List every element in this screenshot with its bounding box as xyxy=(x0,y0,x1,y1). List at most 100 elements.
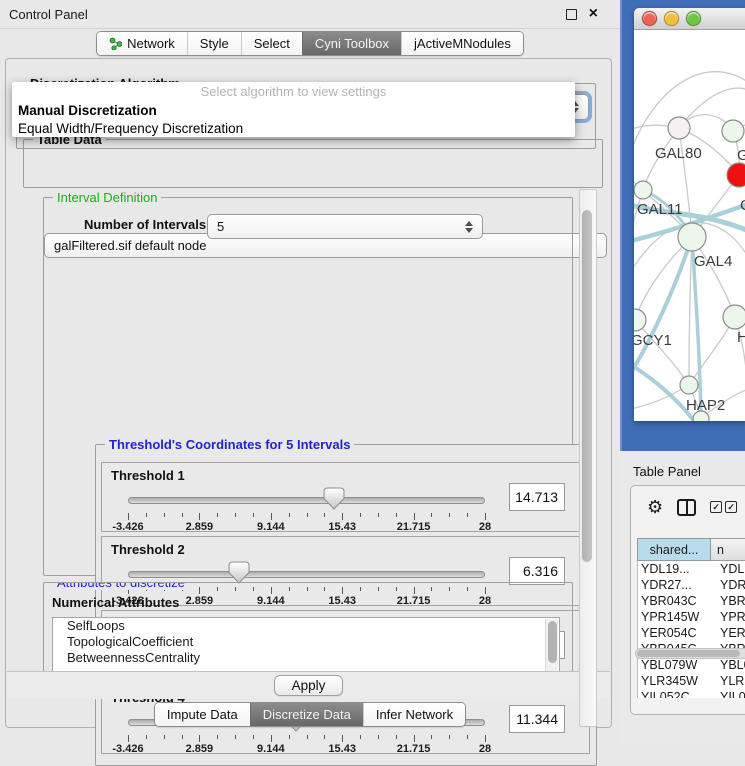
list-item[interactable]: SelfLoops xyxy=(53,618,559,634)
mac-close-button[interactable] xyxy=(642,11,657,26)
tick-mark xyxy=(289,513,290,517)
table-row[interactable]: YER054CYER0 xyxy=(638,625,745,641)
node-top-right[interactable] xyxy=(722,120,744,142)
node-gal80[interactable] xyxy=(668,117,690,139)
network-window: GAL80GACGAL11GAL4GCY1HHAP2 xyxy=(634,8,745,421)
mac-minimize-button[interactable] xyxy=(664,11,679,26)
tab-discretize-data[interactable]: Discretize Data xyxy=(250,703,363,726)
cell-shared-name: YDL19... xyxy=(638,562,712,576)
control-panel-header: Control Panel × xyxy=(0,0,620,29)
tab-infer-network[interactable]: Infer Network xyxy=(363,703,465,726)
table-row[interactable]: YBR043CYBR0 xyxy=(638,593,745,609)
mac-zoom-button[interactable] xyxy=(686,11,701,26)
attributes-scrollbar[interactable] xyxy=(545,619,558,673)
number-of-intervals-combobox[interactable]: 5 xyxy=(207,214,483,239)
table-row[interactable]: YPR145WYPR1 xyxy=(638,609,745,625)
tab-label: Infer Network xyxy=(376,707,453,722)
tick-label: 28 xyxy=(479,521,491,533)
cyni-toolbox-panel: Discretization Algorithm Table Data galF… xyxy=(5,58,612,728)
tick-mark xyxy=(146,735,147,739)
table-body: YDL19...YDL1YDR27...YDR2YBR043CYBR0YPR14… xyxy=(637,561,745,698)
node-label-hap2: HAP2 xyxy=(686,397,725,414)
table-horizontal-scrollbar[interactable] xyxy=(635,648,745,659)
top-tabs-segmented-control: Network Style Select Cyni ToolboxjActiveMNo… xyxy=(96,31,524,56)
network-canvas[interactable]: GAL80GACGAL11GAL4GCY1HHAP2 xyxy=(634,30,745,421)
node-table: shared... n YDL19...YDL1YDR27...YDR2YBR0… xyxy=(637,538,745,698)
tab-select[interactable]: Select xyxy=(241,32,302,55)
table-row[interactable]: YDR27...YDR2 xyxy=(638,577,745,593)
top-tab-bar: Network Style Select Cyni ToolboxjActiveMNo… xyxy=(0,31,620,56)
table-row[interactable]: YLR345WYLR3 xyxy=(638,673,745,689)
tick-mark xyxy=(378,513,379,517)
list-item[interactable]: TopologicalCoefficient xyxy=(53,634,559,650)
node-label-gal11: GAL11 xyxy=(637,201,683,218)
threshold-value-field[interactable]: 14.713 xyxy=(509,483,565,511)
cell-shared-name: YBL079W xyxy=(638,658,712,672)
tick-mark xyxy=(360,735,361,739)
checkbox-pair-icon[interactable]: ✓ ✓ xyxy=(710,501,737,513)
checkbox-icon: ✓ xyxy=(710,501,722,513)
node-gal4[interactable] xyxy=(678,223,706,251)
tick-mark xyxy=(360,513,361,517)
tick-mark xyxy=(235,735,236,739)
slider-thumb[interactable] xyxy=(323,487,345,510)
column-header-shared-name[interactable]: shared... xyxy=(637,538,711,561)
settings-scrollbar[interactable] xyxy=(579,189,597,727)
split-view-icon[interactable] xyxy=(677,499,696,516)
node-gcy1[interactable] xyxy=(634,309,646,331)
tick-mark xyxy=(485,513,486,520)
dropdown-option-manual-discretization[interactable]: Manual Discretization xyxy=(12,101,575,119)
attributes-scrollbar-thumb[interactable] xyxy=(548,621,557,663)
dropdown-prompt-item[interactable]: Select algorithm to view settings xyxy=(12,82,575,101)
tick-mark xyxy=(378,735,379,739)
tick-label: 9.144 xyxy=(257,521,285,533)
tick-mark xyxy=(431,513,432,517)
thresholds-coordinates-title: Threshold's Coordinates for 5 Intervals xyxy=(105,437,354,452)
gear-icon[interactable]: ⚙ xyxy=(647,498,663,516)
slider-track[interactable] xyxy=(128,497,485,504)
column-header-name[interactable]: n xyxy=(711,538,745,561)
tick-mark xyxy=(199,735,200,742)
tick-mark xyxy=(164,735,165,739)
dropdown-option-equal-width-frequency[interactable]: Equal Width/Frequency Discretization xyxy=(12,119,575,137)
slider-track[interactable] xyxy=(128,571,485,578)
threshold-value-field[interactable]: 6.316 xyxy=(509,557,565,585)
float-panel-icon[interactable] xyxy=(566,9,577,20)
close-icon[interactable]: × xyxy=(589,6,598,22)
node-hap2[interactable] xyxy=(680,376,698,394)
slider-thumb[interactable] xyxy=(228,561,250,584)
tick-mark xyxy=(128,735,129,742)
combobox-stepper-icon xyxy=(460,221,482,233)
tab-network[interactable]: Network xyxy=(97,32,187,55)
cell-shared-name: YDR27... xyxy=(638,578,712,592)
tab-label: Style xyxy=(200,36,229,51)
tab-jactivemnodules[interactable]: jActiveMNodules xyxy=(401,32,523,55)
node-gal11[interactable] xyxy=(634,181,652,199)
tab-label: Discretize Data xyxy=(263,707,351,722)
tick-mark xyxy=(128,513,129,520)
tick-mark xyxy=(414,513,415,520)
table-row[interactable]: YDL19...YDL1 xyxy=(638,561,745,577)
tab-cyni-toolbox[interactable]: Cyni Toolbox xyxy=(302,32,401,55)
threshold-slider[interactable]: -3.4262.8599.14415.4321.71528 xyxy=(128,487,485,531)
tab-label: Select xyxy=(254,36,290,51)
network-edge[interactable] xyxy=(689,237,692,385)
tick-mark xyxy=(485,735,486,742)
node-h[interactable] xyxy=(723,305,745,329)
tick-mark xyxy=(324,735,325,739)
tick-mark xyxy=(235,513,236,517)
numerical-attributes-list[interactable]: SelfLoopsTopologicalCoefficientBetweenne… xyxy=(52,617,560,673)
slider-tick-labels: -3.4262.8599.14415.4321.71528 xyxy=(128,521,485,533)
table-horizontal-scrollbar-thumb[interactable] xyxy=(637,650,740,657)
tick-label: -3.426 xyxy=(112,521,143,533)
node-red-selected[interactable] xyxy=(727,163,745,187)
tab-style[interactable]: Style xyxy=(187,32,241,55)
table-row[interactable]: YBL079WYBL0 xyxy=(638,657,745,673)
apply-button[interactable]: Apply xyxy=(274,675,344,696)
network-window-titlebar[interactable] xyxy=(634,8,745,30)
table-row[interactable]: YIL052CYIL0 xyxy=(638,689,745,698)
tab-impute-data[interactable]: Impute Data xyxy=(155,703,250,726)
list-item[interactable]: BetweennessCentrality xyxy=(53,650,559,666)
settings-scrollbar-thumb[interactable] xyxy=(582,210,592,562)
cell-shared-name: YBR043C xyxy=(638,594,712,608)
